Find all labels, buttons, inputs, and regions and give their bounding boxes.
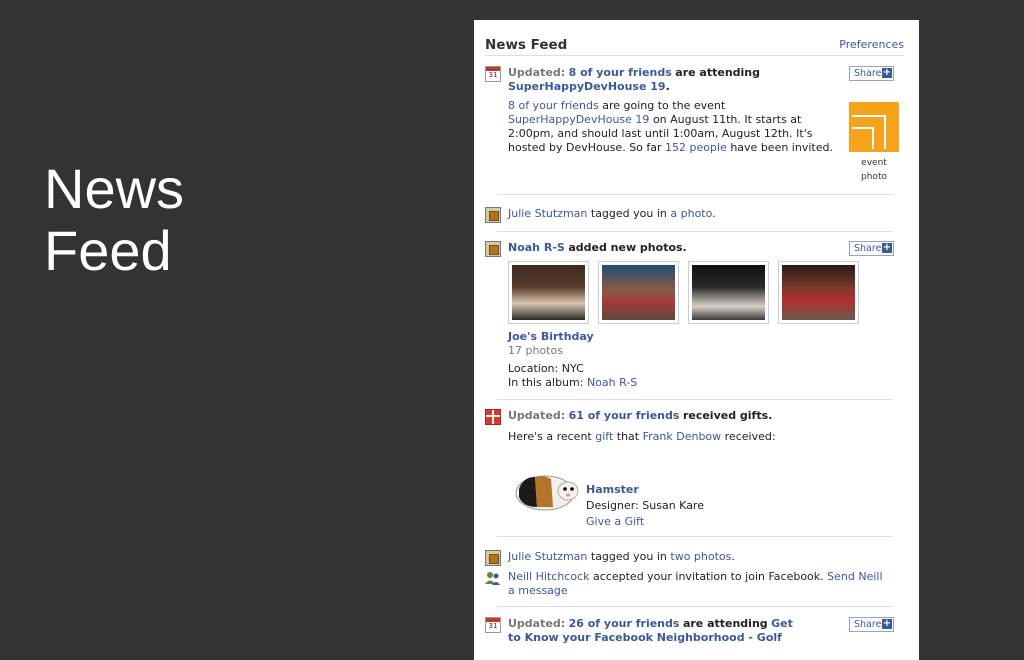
calendar-icon: 31 (485, 66, 501, 82)
event-detail: 8 of your friends are going to the event… (508, 99, 833, 154)
divider (497, 399, 893, 400)
event-photo-image (849, 102, 899, 152)
divider (497, 231, 893, 232)
hamster-gift-image[interactable] (513, 469, 581, 513)
tagged-photo-link[interactable]: a photo (670, 207, 712, 220)
photo-count: 17 photos (508, 344, 563, 357)
friend-name-link[interactable]: Neill Hitchcock (508, 570, 590, 583)
photo-icon (485, 550, 501, 566)
divider (497, 536, 893, 537)
gift-icon (485, 409, 501, 425)
friends-link[interactable]: 8 of your friends (569, 66, 672, 79)
share-button[interactable]: Share + (849, 66, 894, 81)
attending-text: are attending (675, 66, 760, 79)
share-button[interactable]: Share + (849, 617, 894, 632)
friend-name-link[interactable]: Noah R-S (508, 241, 565, 254)
story-gifts: Updated: 61 of your friends received gif… (485, 409, 905, 528)
album-title-link[interactable]: Joe's Birthday (508, 330, 868, 344)
event-photo[interactable] (849, 102, 899, 152)
recipient-link[interactable]: Frank Denbow (643, 430, 722, 443)
detail-friends-link[interactable]: 8 of your friends (508, 99, 599, 112)
share-button[interactable]: Share + (849, 241, 894, 256)
news-feed-header: News Feed Preferences (485, 37, 904, 56)
news-feed-panel: News Feed Preferences 31 Updated: 8 of y… (474, 20, 919, 660)
album-photo-thumbnail[interactable] (508, 261, 589, 324)
friends-link[interactable]: 61 of your friends (569, 409, 680, 422)
friends-link[interactable]: 26 of your friends (569, 617, 680, 630)
friend-name-link[interactable]: Julie Stutzman (508, 550, 587, 563)
share-plus-icon: + (882, 242, 892, 253)
album-info: Joe's Birthday 17 photos Location: NYC I… (508, 330, 868, 390)
friends-icon (485, 570, 501, 586)
photo-icon (485, 241, 501, 257)
story-event-attending-2: 31 Updated: 26 of your friends are atten… (485, 617, 905, 657)
divider (497, 606, 893, 607)
give-gift-link[interactable]: Give a Gift (586, 514, 786, 530)
story-tagged-photos: Julie Stutzman tagged you in two photos. (485, 550, 905, 566)
album-photo-thumbnail[interactable] (598, 261, 679, 324)
updated-label: Updated: (508, 66, 566, 79)
gift-link[interactable]: gift (595, 430, 613, 443)
gift-info: Hamster Designer: Susan Kare Give a Gift (586, 482, 786, 530)
story-joined-facebook: Neill Hitchcock accepted your invitation… (485, 570, 905, 600)
story-tagged-photo: Julie Stutzman tagged you in a photo. (485, 207, 905, 223)
friend-name-link[interactable]: Julie Stutzman (508, 207, 587, 220)
gift-name-link[interactable]: Hamster (586, 482, 786, 498)
story-new-photos: Noah R-S added new photos. Share + Joe's … (485, 241, 905, 391)
photo-strip (508, 261, 868, 325)
photo-icon (485, 207, 501, 223)
album-photo-thumbnail[interactable] (688, 261, 769, 324)
gift-designer: Designer: Susan Kare (586, 499, 704, 512)
detail-event-link[interactable]: SuperHappyDevHouse 19 (508, 113, 649, 126)
event-link[interactable]: SuperHappyDevHouse 19 (508, 80, 666, 93)
preferences-link[interactable]: Preferences (839, 38, 904, 51)
divider (497, 194, 893, 195)
invited-people-link[interactable]: 152 people (665, 141, 727, 154)
album-photo-thumbnail[interactable] (778, 261, 859, 324)
slide-title-line-2: Feed (44, 219, 172, 282)
news-feed-title: News Feed (485, 37, 568, 53)
album-owner-line: In this album: Noah R-S (508, 376, 638, 389)
share-plus-icon: + (882, 618, 892, 629)
hamster-icon (515, 475, 579, 511)
calendar-icon: 31 (485, 617, 501, 633)
friends-icon-image (485, 572, 500, 585)
slide-title: News Feed (44, 158, 184, 282)
share-plus-icon: + (882, 67, 892, 78)
event-photo-caption: event photo (861, 158, 887, 182)
gift-detail: Here's a recent gift that Frank Denbow r… (508, 430, 776, 443)
story-event-attending: 31 Updated: 8 of your friends are attend… (485, 66, 905, 196)
album-owner-link[interactable]: Noah R-S (587, 376, 637, 389)
tagged-photos-link[interactable]: two photos (670, 550, 731, 563)
slide-title-line-1: News (44, 157, 185, 220)
album-location: Location: NYC (508, 362, 584, 375)
